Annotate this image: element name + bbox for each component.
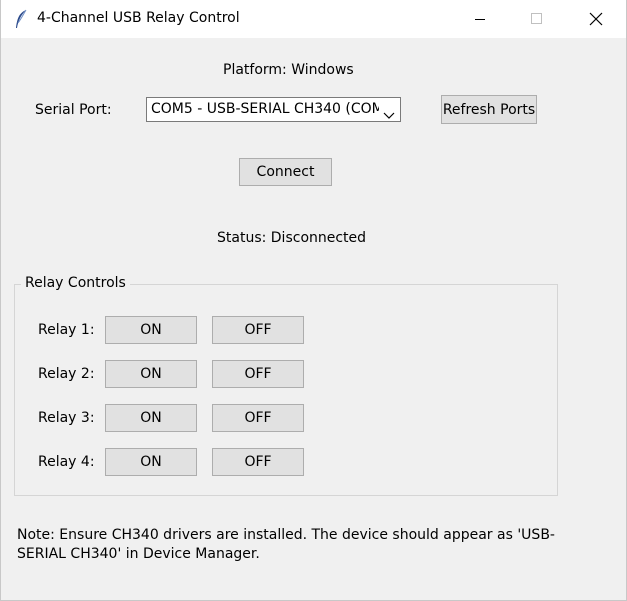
relay-controls-title: Relay Controls xyxy=(21,275,130,291)
relay-3-label: Relay 3: xyxy=(38,410,95,426)
window-title: 4-Channel USB Relay Control xyxy=(37,10,240,26)
title-bar[interactable]: 4-Channel USB Relay Control xyxy=(1,0,626,38)
platform-label: Platform: Windows xyxy=(223,62,354,78)
relay-3-off-button[interactable]: OFF xyxy=(212,404,304,432)
relay-3-on-button[interactable]: ON xyxy=(105,404,197,432)
relay-4-on-button[interactable]: ON xyxy=(105,448,197,476)
relay-2-off-button[interactable]: OFF xyxy=(212,360,304,388)
serial-port-value: COM5 - USB-SERIAL CH340 (COM xyxy=(151,101,379,117)
relay-1-label: Relay 1: xyxy=(38,322,95,338)
app-window: 4-Channel USB Relay Control Platform: Wi… xyxy=(0,0,627,601)
serial-port-label: Serial Port: xyxy=(35,102,112,118)
relay-2-on-button[interactable]: ON xyxy=(105,360,197,388)
close-icon xyxy=(589,12,603,26)
maximize-button[interactable] xyxy=(514,0,560,38)
feather-icon xyxy=(14,9,28,29)
relay-4-off-button[interactable]: OFF xyxy=(212,448,304,476)
refresh-ports-button[interactable]: Refresh Ports xyxy=(441,95,537,124)
maximize-icon xyxy=(531,13,542,24)
minimize-icon xyxy=(475,19,485,20)
relay-2-label: Relay 2: xyxy=(38,366,95,382)
driver-note: Note: Ensure CH340 drivers are installed… xyxy=(17,527,555,562)
chevron-down-icon xyxy=(383,105,395,124)
relay-4-label: Relay 4: xyxy=(38,454,95,470)
minimize-button[interactable] xyxy=(457,0,503,38)
close-button[interactable] xyxy=(573,0,619,38)
relay-1-on-button[interactable]: ON xyxy=(105,316,197,344)
status-label: Status: Disconnected xyxy=(217,230,367,246)
serial-port-select[interactable]: COM5 - USB-SERIAL CH340 (COM xyxy=(146,97,401,122)
relay-1-off-button[interactable]: OFF xyxy=(212,316,304,344)
connect-button[interactable]: Connect xyxy=(239,158,332,186)
